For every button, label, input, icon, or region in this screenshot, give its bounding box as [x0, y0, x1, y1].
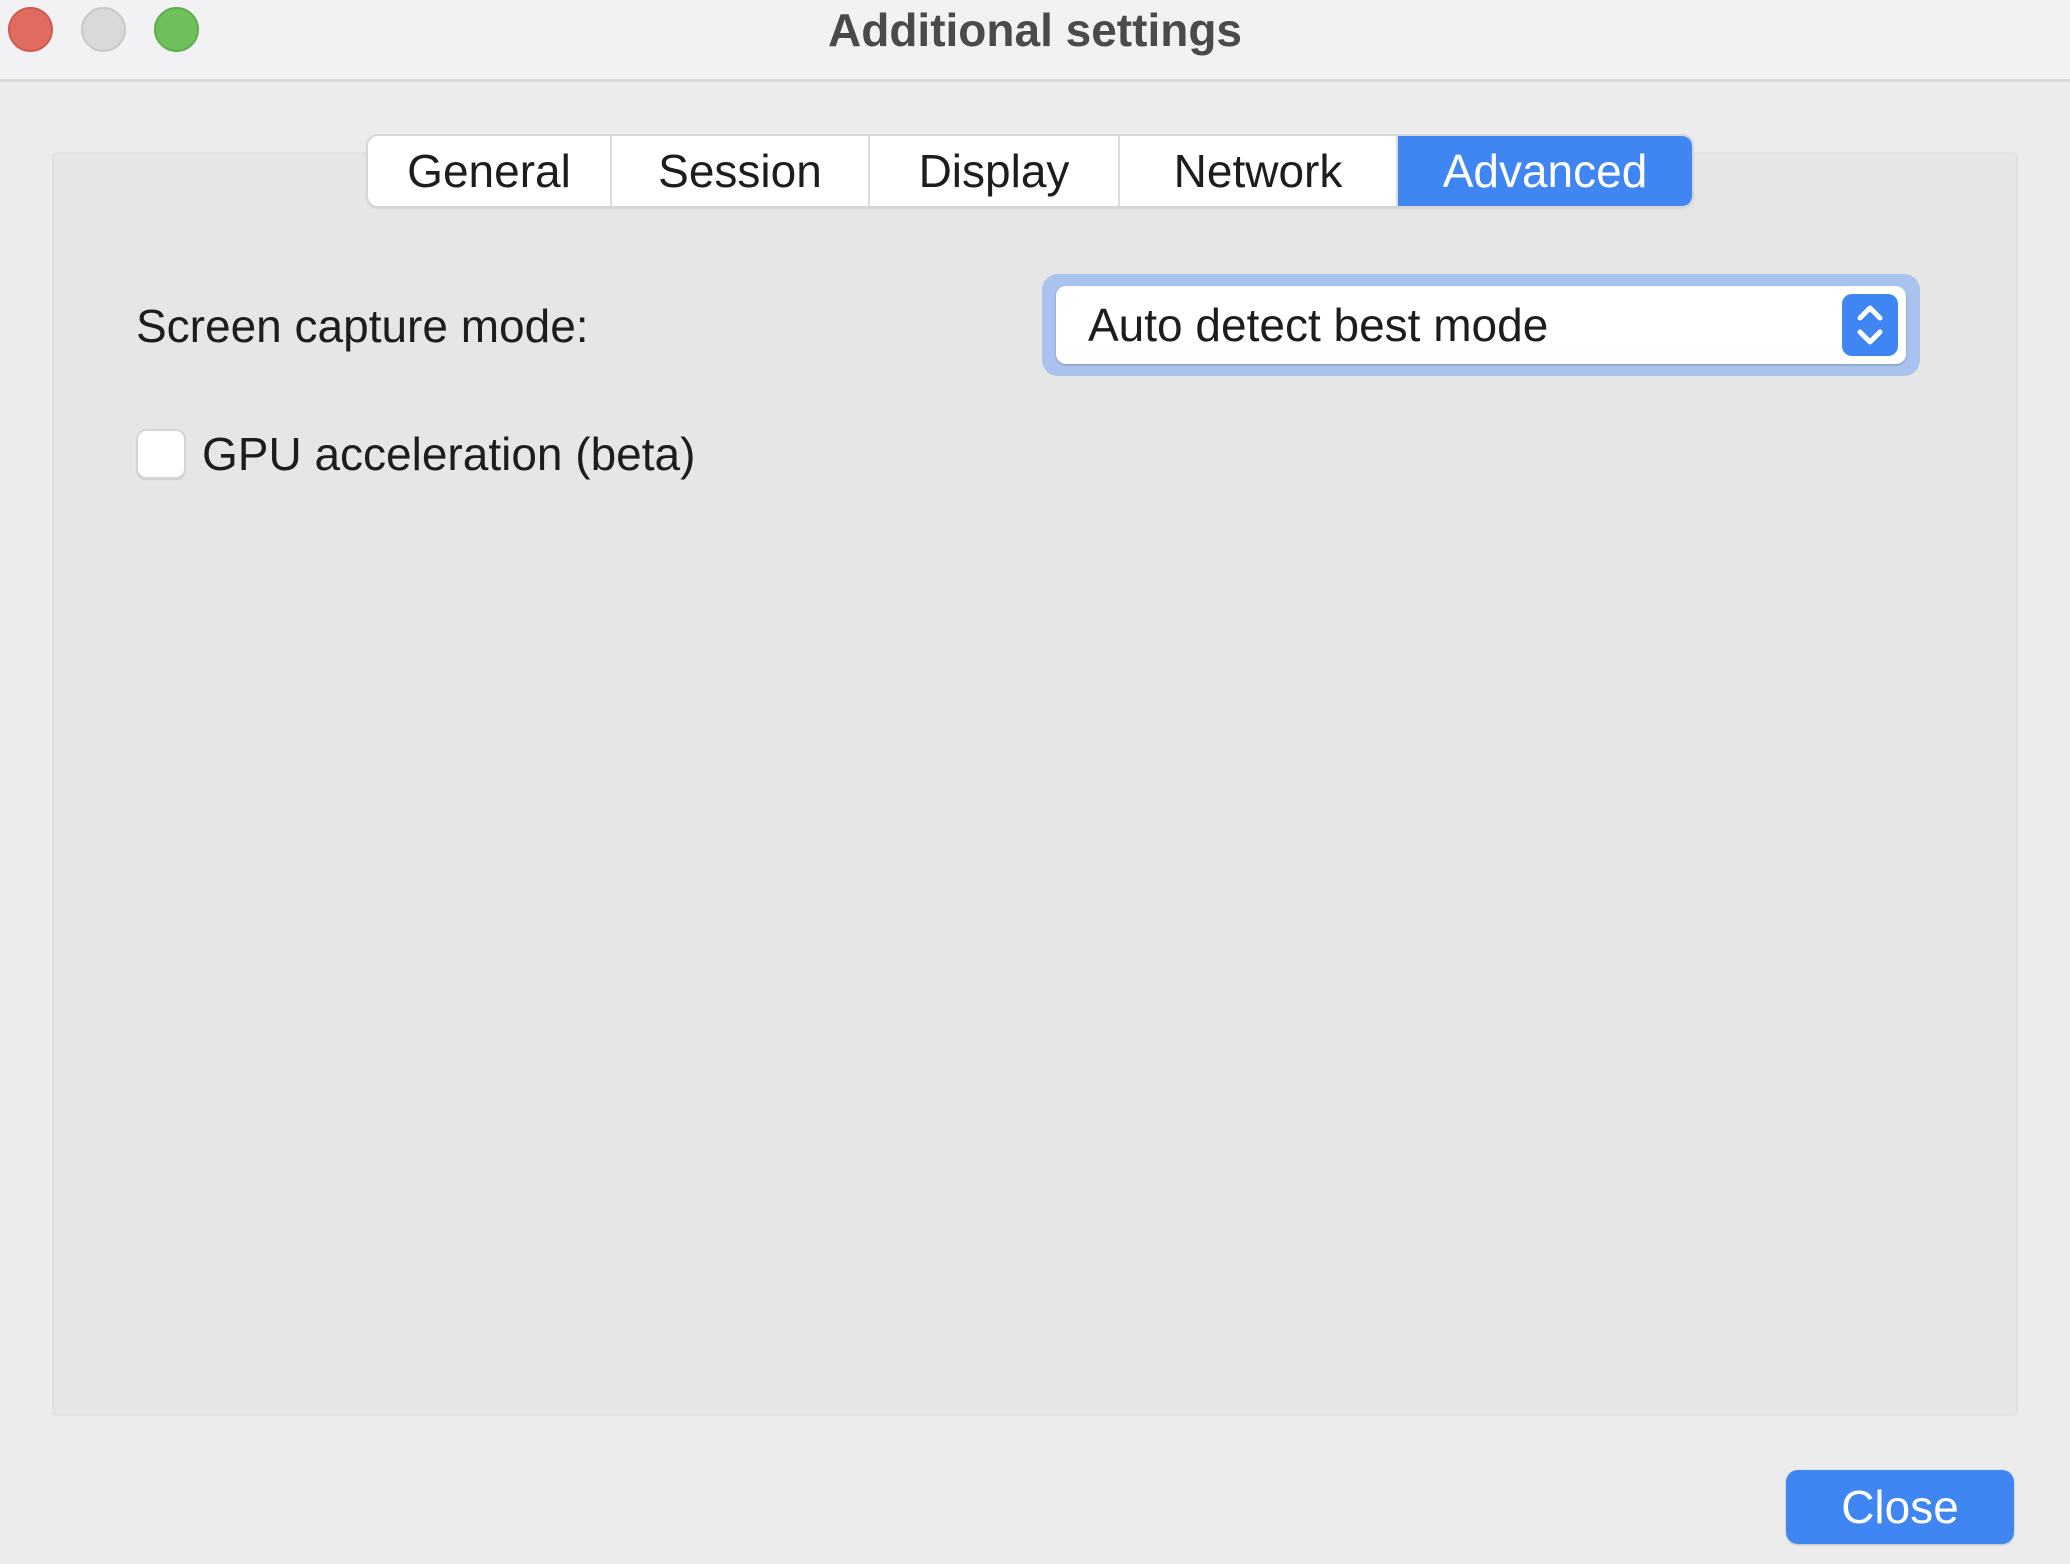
tab-network[interactable]: Network: [1120, 136, 1398, 206]
chevron-up-down-icon: [1842, 294, 1898, 356]
screen-capture-mode-select[interactable]: Auto detect best mode: [1056, 286, 1906, 364]
tab-display[interactable]: Display: [870, 136, 1120, 206]
gpu-acceleration-row: GPU acceleration (beta): [136, 424, 695, 484]
settings-window: Additional settings General Session Disp…: [0, 0, 2070, 1564]
close-button[interactable]: Close: [1786, 1470, 2014, 1544]
tab-general[interactable]: General: [368, 136, 612, 206]
screen-capture-mode-value: Auto detect best mode: [1088, 299, 1549, 351]
tab-session[interactable]: Session: [612, 136, 870, 206]
tab-bar: General Session Display Network Advanced: [366, 134, 1694, 208]
screen-capture-mode-label: Screen capture mode:: [136, 300, 589, 352]
window-title: Additional settings: [828, 4, 1242, 56]
gpu-acceleration-label[interactable]: GPU acceleration (beta): [202, 424, 695, 484]
title-bar: Additional settings: [0, 0, 2070, 82]
tab-advanced[interactable]: Advanced: [1398, 136, 1692, 206]
gpu-acceleration-checkbox[interactable]: [136, 429, 186, 479]
